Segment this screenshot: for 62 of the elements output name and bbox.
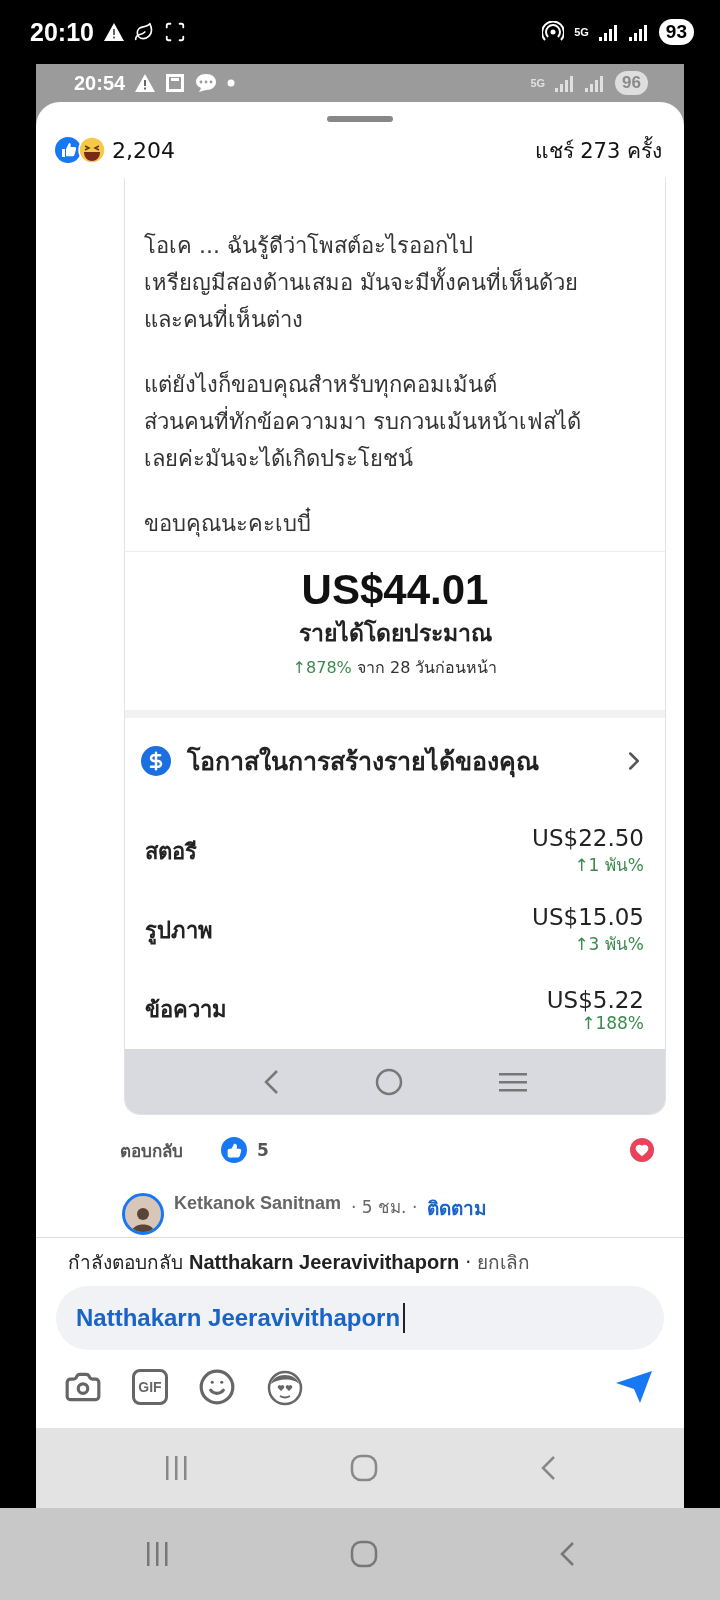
signal-icon xyxy=(628,23,649,41)
store-app-icon xyxy=(165,73,186,93)
chat-icon xyxy=(195,73,218,93)
like-count: 5 xyxy=(257,1140,269,1160)
cancel-button[interactable]: ยกเลิก xyxy=(477,1247,531,1277)
post-paragraph: แต่ยังไงก็ขอบคุณสำหรับทุกคอมเม้นต์ ส่วนคนที่ทักข้อความมา รบกวนเม้นหน้าเฟสได้ เลยค่ะมันจะได้เกิดประโยชน์ xyxy=(144,369,582,473)
gif-button[interactable]: GIF xyxy=(132,1369,168,1405)
comment-author[interactable]: Ketkanok Sanitnam xyxy=(174,1193,342,1214)
dot-icon xyxy=(227,79,236,87)
income-change: ↑188% xyxy=(581,1012,644,1033)
signal-icon xyxy=(598,23,619,41)
back-icon[interactable] xyxy=(559,1541,575,1567)
earnings-amount: US$44.01 xyxy=(301,566,489,614)
income-amount: US$5.22 xyxy=(546,986,644,1013)
income-source-label: ข้อความ xyxy=(145,996,227,1024)
warning-icon xyxy=(103,23,124,41)
drag-handle[interactable] xyxy=(327,116,393,122)
signal-icon xyxy=(555,74,576,92)
replying-to-text: กำลังตอบกลับ Natthakarn Jeeravivithaporn · xyxy=(68,1250,472,1275)
earnings-change: ↑878% จาก 28 วันก่อนหน้า xyxy=(292,657,498,679)
income-source-label: รูปภาพ xyxy=(145,917,213,947)
status-time: 20:10 xyxy=(30,17,94,47)
recent-apps-icon[interactable] xyxy=(145,1541,169,1567)
income-source-label: สตอรี xyxy=(145,838,197,866)
signal-icon xyxy=(585,74,606,92)
post-paragraph: ขอบคุณนะคะเบบี๋ xyxy=(144,505,646,542)
share-count[interactable]: แชร์ 273 ครั้ง xyxy=(534,133,662,167)
text-cursor xyxy=(403,1303,406,1333)
status-time: 20:54 xyxy=(74,71,126,95)
recent-apps-icon[interactable] xyxy=(164,1455,188,1481)
battery-level: 96 xyxy=(615,71,648,95)
income-amount: US$15.05 xyxy=(532,904,644,930)
income-amount: US$22.50 xyxy=(532,825,644,851)
sticker-icon[interactable] xyxy=(266,1368,304,1406)
scan-frame-icon xyxy=(163,21,186,43)
post-paragraph: โอเค ... ฉันรู้ดีว่าโพสต์อะไรออกไป เหรียญมีสองด้านเสมอ มันจะมีทั้งคนที่เห็นด้วย และคนที่เห็นต่าง xyxy=(144,232,579,334)
income-change: ↑1 พัน% xyxy=(574,854,644,877)
battery-level: 93 xyxy=(658,19,694,45)
back-icon[interactable] xyxy=(263,1068,279,1095)
leaf-icon xyxy=(133,22,154,42)
menu-icon[interactable] xyxy=(499,1070,527,1093)
home-icon[interactable] xyxy=(375,1067,403,1096)
warning-icon xyxy=(135,74,156,92)
reply-link[interactable]: ตอบกลับ xyxy=(120,1136,183,1164)
comment-time: · 5 ชม. · xyxy=(351,1196,418,1219)
earnings-label: รายได้โดยประมาณ xyxy=(298,618,492,648)
income-change: ↑3 พัน% xyxy=(574,933,644,956)
home-icon[interactable] xyxy=(350,1540,378,1568)
avatar[interactable] xyxy=(122,1193,164,1235)
comment-input[interactable]: Natthakarn Jeeravivithaporn xyxy=(76,1304,401,1332)
smiley-icon[interactable] xyxy=(198,1368,236,1406)
section-title: โอกาสในการสร้างรายได้ของคุณ xyxy=(187,745,539,780)
reaction-count[interactable]: 2,204 xyxy=(112,137,175,163)
network-type: 5G xyxy=(574,26,589,38)
network-type: 5G xyxy=(530,77,546,89)
dollar-icon xyxy=(141,746,171,776)
back-icon[interactable] xyxy=(540,1455,556,1481)
follow-link[interactable]: ติดตาม xyxy=(427,1193,488,1223)
hotspot-icon xyxy=(542,21,565,43)
home-icon[interactable] xyxy=(350,1454,378,1482)
like-icon xyxy=(221,1137,247,1163)
reaction-icons xyxy=(54,136,106,164)
